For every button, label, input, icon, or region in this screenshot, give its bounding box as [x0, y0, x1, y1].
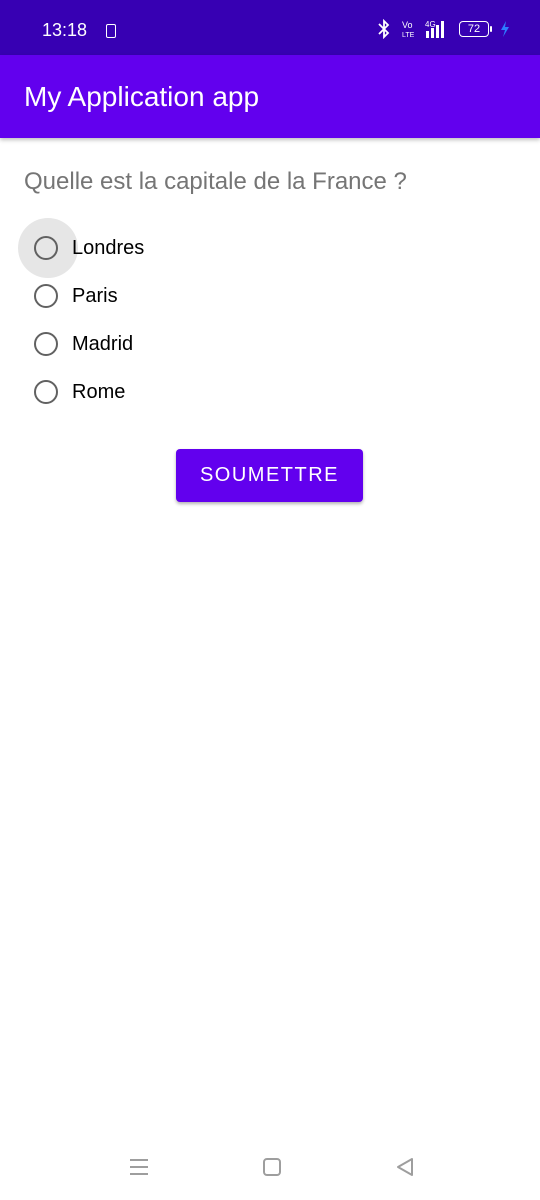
radio-label[interactable]: Rome [72, 381, 125, 404]
home-icon[interactable] [262, 1156, 282, 1183]
bluetooth-icon [375, 19, 393, 39]
signal-icon: 4G [425, 19, 451, 39]
radio-label[interactable]: Paris [72, 285, 118, 308]
submit-button[interactable]: SOUMETTRE [176, 449, 363, 502]
battery-icon: 72 [459, 21, 492, 37]
back-icon[interactable] [394, 1156, 416, 1183]
radio-button-icon[interactable] [34, 236, 58, 260]
radio-label[interactable]: Londres [72, 237, 144, 260]
volte-icon: Vo LTE [401, 19, 417, 39]
status-icons: Vo LTE 4G 72 [375, 18, 510, 40]
radio-button-icon[interactable] [34, 332, 58, 356]
radio-label[interactable]: Madrid [72, 333, 133, 356]
radio-option-paris[interactable]: Paris [18, 272, 418, 320]
radio-option-londres[interactable]: Londres [18, 218, 418, 278]
svg-text:LTE: LTE [402, 32, 415, 39]
radio-button-icon[interactable] [34, 284, 58, 308]
radio-option-madrid[interactable]: Madrid [18, 320, 418, 368]
menu-icon[interactable] [128, 1156, 150, 1183]
status-bar: 13:18 Vo LTE 4G 72 [0, 0, 540, 55]
app-bar: My Application app [0, 55, 540, 138]
system-nav-bar [0, 1140, 540, 1200]
radio-option-rome[interactable]: Rome [18, 368, 418, 416]
status-time: 13:18 [42, 20, 88, 40]
svg-text:4G: 4G [425, 20, 436, 29]
svg-text:Vo: Vo [402, 20, 413, 30]
quiz-question: Quelle est la capitale de la France ? [24, 168, 407, 195]
answer-radio-group: Londres Paris Madrid Rome [18, 218, 418, 416]
battery-level: 72 [459, 21, 489, 37]
notification-icon [106, 24, 116, 38]
app-title: My Application app [24, 81, 260, 112]
charging-icon [500, 21, 510, 37]
radio-button-icon[interactable] [34, 380, 58, 404]
